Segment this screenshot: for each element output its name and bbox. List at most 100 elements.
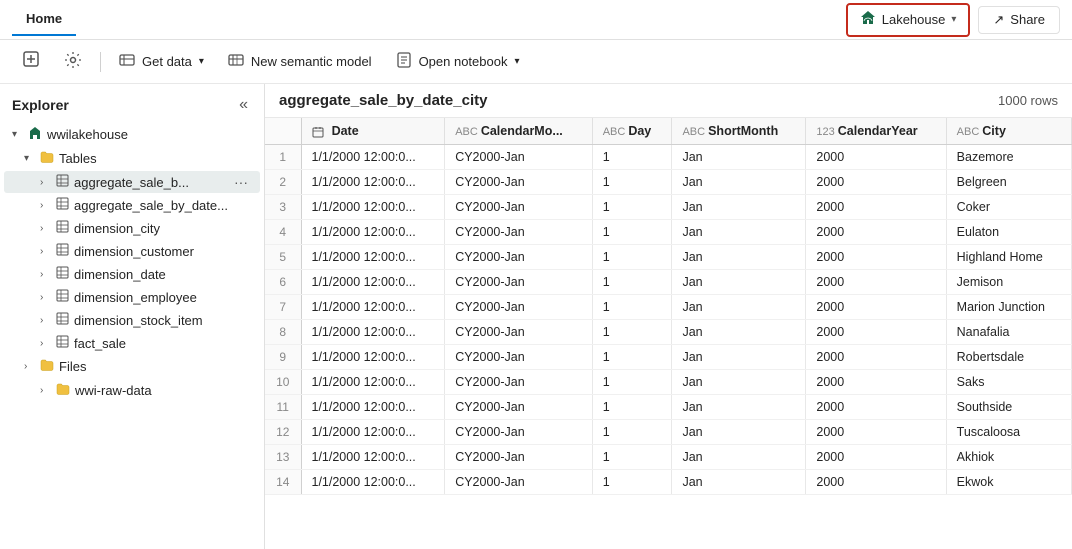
date-cell: 1/1/2000 12:00:0... bbox=[301, 395, 445, 420]
calendar-year-cell: 2000 bbox=[806, 345, 946, 370]
table-row: 4 1/1/2000 12:00:0... CY2000-Jan 1 Jan 2… bbox=[265, 220, 1072, 245]
calendar-year-cell: 2000 bbox=[806, 245, 946, 270]
open-notebook-button[interactable]: Open notebook ▾ bbox=[386, 47, 530, 76]
city-cell: Robertsdale bbox=[946, 345, 1071, 370]
row-num-cell: 10 bbox=[265, 370, 301, 395]
table-row: 10 1/1/2000 12:00:0... CY2000-Jan 1 Jan … bbox=[265, 370, 1072, 395]
date-cell: 1/1/2000 12:00:0... bbox=[301, 170, 445, 195]
short-month-cell: Jan bbox=[672, 470, 806, 495]
tree-item-dimension-city[interactable]: › dimension_city bbox=[4, 217, 260, 239]
calendar-year-cell: 2000 bbox=[806, 220, 946, 245]
tree-chevron-dimension-date: › bbox=[40, 269, 52, 280]
tree-item-wwilakehouse[interactable]: ▾ wwilakehouse bbox=[4, 123, 260, 146]
new-item-icon bbox=[22, 50, 40, 73]
wwi-raw-data-label: wwi-raw-data bbox=[75, 383, 252, 398]
calendar-mo-cell: CY2000-Jan bbox=[445, 270, 593, 295]
day-cell: 1 bbox=[592, 395, 672, 420]
settings-button[interactable] bbox=[54, 46, 92, 77]
row-num-cell: 11 bbox=[265, 395, 301, 420]
calendar-mo-cell: CY2000-Jan bbox=[445, 420, 593, 445]
lakehouse-chevron-icon: ▾ bbox=[951, 14, 956, 25]
tree-item-dimension-customer[interactable]: › dimension_customer bbox=[4, 240, 260, 262]
short-month-cell: Jan bbox=[672, 145, 806, 170]
wwilakehouse-label: wwilakehouse bbox=[47, 127, 252, 142]
date-cell: 1/1/2000 12:00:0... bbox=[301, 420, 445, 445]
table-row: 12 1/1/2000 12:00:0... CY2000-Jan 1 Jan … bbox=[265, 420, 1072, 445]
day-cell: 1 bbox=[592, 220, 672, 245]
short-month-cell: Jan bbox=[672, 345, 806, 370]
aggregate-sale-b-more-button[interactable]: ··· bbox=[230, 174, 252, 190]
col-header-calendar-mo: ABCCalendarMo... bbox=[445, 118, 593, 145]
tree-chevron-dimension-stock-item: › bbox=[40, 315, 52, 326]
city-cell: Belgreen bbox=[946, 170, 1071, 195]
tree-chevron-tables: ▾ bbox=[24, 153, 36, 164]
row-num-header bbox=[265, 118, 301, 145]
tree-item-files[interactable]: › Files bbox=[4, 355, 260, 378]
sidebar-collapse-button[interactable]: « bbox=[235, 94, 252, 116]
folder-files-icon bbox=[40, 358, 54, 375]
city-type-badge: ABC bbox=[957, 126, 980, 138]
top-bar-right: Lakehouse ▾ ↗ Share bbox=[846, 3, 1060, 37]
city-cell: Akhiok bbox=[946, 445, 1071, 470]
calmo-type-badge: ABC bbox=[455, 126, 478, 138]
date-cell: 1/1/2000 12:00:0... bbox=[301, 245, 445, 270]
date-cell: 1/1/2000 12:00:0... bbox=[301, 295, 445, 320]
day-cell: 1 bbox=[592, 295, 672, 320]
new-semantic-model-button[interactable]: New semantic model bbox=[218, 47, 382, 76]
city-cell: Marion Junction bbox=[946, 295, 1071, 320]
tree-item-dimension-date[interactable]: › dimension_date bbox=[4, 263, 260, 285]
row-num-cell: 13 bbox=[265, 445, 301, 470]
top-bar: Home Lakehouse ▾ ↗ Share bbox=[0, 0, 1072, 40]
table-row: 3 1/1/2000 12:00:0... CY2000-Jan 1 Jan 2… bbox=[265, 195, 1072, 220]
sidebar-header: Explorer « bbox=[0, 84, 264, 122]
lakehouse-button[interactable]: Lakehouse ▾ bbox=[846, 3, 971, 37]
short-month-cell: Jan bbox=[672, 370, 806, 395]
tree-item-dimension-stock-item[interactable]: › dimension_stock_item bbox=[4, 309, 260, 331]
day-cell: 1 bbox=[592, 420, 672, 445]
calendar-mo-cell: CY2000-Jan bbox=[445, 370, 593, 395]
table-icon-2 bbox=[56, 197, 69, 213]
get-data-button[interactable]: Get data ▾ bbox=[109, 47, 214, 76]
tree-item-aggregate-sale-by-date[interactable]: › aggregate_sale_by_date... bbox=[4, 194, 260, 216]
tree-item-aggregate-sale-b[interactable]: › aggregate_sale_b... ··· bbox=[4, 171, 260, 193]
date-cell: 1/1/2000 12:00:0... bbox=[301, 345, 445, 370]
data-table: Date ABCCalendarMo... ABCDay ABCShortMon… bbox=[265, 118, 1072, 495]
tab-home[interactable]: Home bbox=[12, 3, 76, 36]
day-type-badge: ABC bbox=[603, 126, 626, 138]
fact-sale-label: fact_sale bbox=[74, 336, 252, 351]
dimension-employee-label: dimension_employee bbox=[74, 290, 252, 305]
tree-item-tables[interactable]: ▾ Tables bbox=[4, 147, 260, 170]
calendar-year-cell: 2000 bbox=[806, 470, 946, 495]
calendar-mo-cell: CY2000-Jan bbox=[445, 245, 593, 270]
day-cell: 1 bbox=[592, 470, 672, 495]
row-num-cell: 12 bbox=[265, 420, 301, 445]
table-row: 11 1/1/2000 12:00:0... CY2000-Jan 1 Jan … bbox=[265, 395, 1072, 420]
toolbar: Get data ▾ New semantic model Open noteb… bbox=[0, 40, 1072, 84]
dimension-customer-label: dimension_customer bbox=[74, 244, 252, 259]
new-item-button[interactable] bbox=[12, 45, 50, 78]
tree-chevron-files: › bbox=[24, 361, 36, 372]
row-num-cell: 5 bbox=[265, 245, 301, 270]
tree-item-fact-sale[interactable]: › fact_sale bbox=[4, 332, 260, 354]
get-data-icon bbox=[119, 52, 135, 71]
table-wrapper[interactable]: Date ABCCalendarMo... ABCDay ABCShortMon… bbox=[265, 118, 1072, 549]
share-button[interactable]: ↗ Share bbox=[978, 6, 1060, 34]
day-cell: 1 bbox=[592, 170, 672, 195]
table-icon-3 bbox=[56, 220, 69, 236]
col-header-date: Date bbox=[301, 118, 445, 145]
day-cell: 1 bbox=[592, 345, 672, 370]
city-cell: Coker bbox=[946, 195, 1071, 220]
calendar-year-cell: 2000 bbox=[806, 420, 946, 445]
building-icon bbox=[28, 126, 42, 143]
folder-tables-icon bbox=[40, 150, 54, 167]
row-num-cell: 3 bbox=[265, 195, 301, 220]
lakehouse-label: Lakehouse bbox=[882, 12, 946, 27]
calendar-mo-cell: CY2000-Jan bbox=[445, 345, 593, 370]
tree-item-dimension-employee[interactable]: › dimension_employee bbox=[4, 286, 260, 308]
city-cell: Jemison bbox=[946, 270, 1071, 295]
shortmonth-type-badge: ABC bbox=[682, 126, 705, 138]
col-header-city: ABCCity bbox=[946, 118, 1071, 145]
tree-chevron-aggregate-b: › bbox=[40, 177, 52, 188]
table-icon-8 bbox=[56, 335, 69, 351]
tree-item-wwi-raw-data[interactable]: › wwi-raw-data bbox=[4, 379, 260, 402]
